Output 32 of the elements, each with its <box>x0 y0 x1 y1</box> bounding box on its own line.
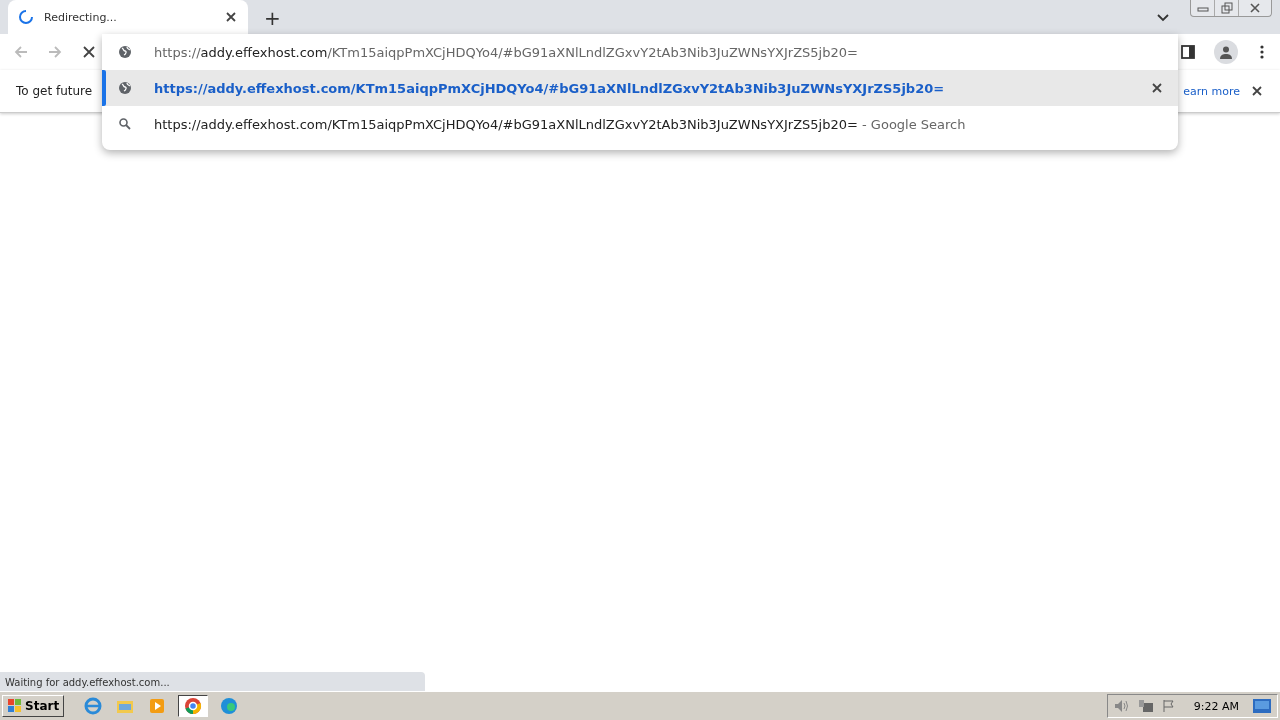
start-button[interactable]: Start <box>2 695 65 717</box>
close-window-icon[interactable] <box>1249 2 1261 14</box>
forward-arrow-icon[interactable] <box>47 44 63 60</box>
flag-icon[interactable] <box>1161 699 1176 713</box>
side-panel-icon[interactable] <box>1180 44 1196 60</box>
address-field[interactable]: https://addy.effexhost.com/KTm15aiqpPmXCjHDQYo4/#bG91aXNlLndlZGxvY2tAb3Nib3JuZWNsYXJrZS5jb20= <box>154 44 858 60</box>
close-tab-icon[interactable] <box>224 10 238 24</box>
stop-loading-icon[interactable] <box>82 45 96 59</box>
status-bubble: Waiting for addy.effexhost.com... <box>0 672 425 692</box>
speaker-icon[interactable] <box>1113 699 1130 713</box>
windows-logo-icon <box>7 698 23 714</box>
search-icon <box>118 117 132 131</box>
new-tab-button[interactable]: + <box>258 6 287 30</box>
close-infobar-icon[interactable] <box>1250 84 1264 98</box>
tab-title: Redirecting... <box>44 10 118 24</box>
network-icon[interactable] <box>1137 699 1154 713</box>
infobar-message: To get future <box>16 84 93 98</box>
suggestion-item[interactable]: https://addy.effexhost.com/KTm15aiqpPmXCjHDQYo4/#bG91aXNlLndlZGxvY2tAb3Nib3JuZWNsYXJrZS5jb20= <box>102 70 1178 106</box>
loading-spinner-icon <box>18 9 34 25</box>
chrome-icon[interactable] <box>178 695 209 717</box>
person-icon <box>1219 45 1233 59</box>
browser-tab[interactable]: Redirecting... <box>8 0 248 34</box>
learn-more-link[interactable]: earn more <box>1183 84 1240 98</box>
globe-icon <box>118 81 132 95</box>
back-arrow-icon[interactable] <box>13 44 29 60</box>
minimize-icon[interactable] <box>1196 4 1209 12</box>
remove-suggestion-icon[interactable] <box>1150 81 1164 95</box>
profile-button[interactable] <box>1214 40 1238 64</box>
restore-icon[interactable] <box>1220 2 1233 14</box>
clock: 9:22 AM <box>1193 699 1239 713</box>
globe-icon <box>118 45 132 59</box>
suggestion-item[interactable]: https://addy.effexhost.com/KTm15aiqpPmXCjHDQYo4/#bG91aXNlLndlZGxvY2tAb3Nib3JuZWNsYXJrZS5jb20= - Google Search <box>102 106 1178 142</box>
